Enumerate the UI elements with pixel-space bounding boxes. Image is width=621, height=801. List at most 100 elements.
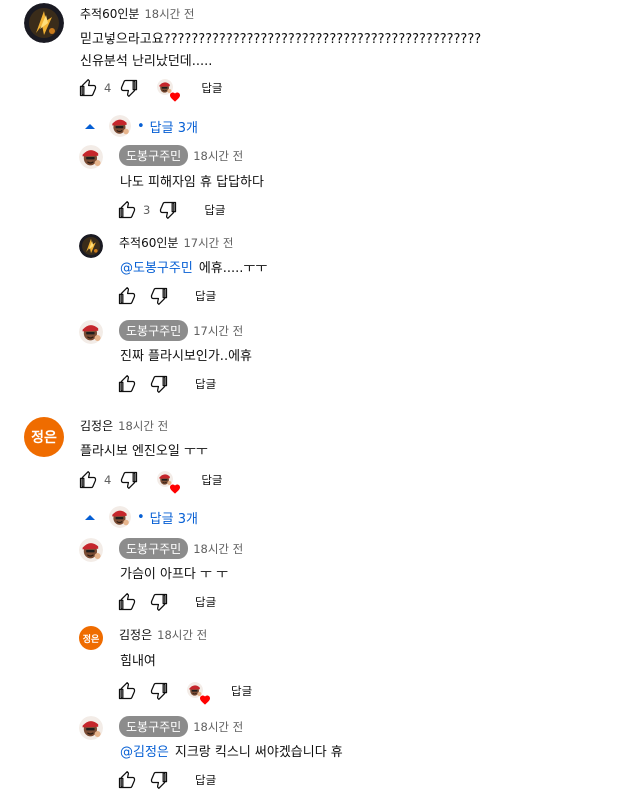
- reply-body: 지크랑 킥스니 써야겠습니다 휴: [174, 745, 343, 760]
- reply-button[interactable]: 답글: [231, 683, 252, 699]
- like-count: 4: [104, 81, 112, 95]
- thumbs-down-icon: [158, 200, 178, 220]
- comment-header: 추적60인분 18시간 전: [80, 5, 194, 22]
- reply-button[interactable]: 답글: [204, 202, 225, 218]
- comment-actions: 4 답글: [76, 76, 223, 100]
- avatar-image-icon: [109, 506, 131, 528]
- reply-time[interactable]: 17시간 전: [193, 323, 243, 339]
- mention-link[interactable]: @도봉구주민: [120, 261, 193, 276]
- creator-name-chip[interactable]: 도봉구주민: [119, 538, 189, 559]
- avatar-image-icon: [79, 716, 103, 740]
- mention-link[interactable]: @김정은: [120, 745, 169, 760]
- thumbs-up-icon: [78, 470, 98, 490]
- reply-actions: 답글: [115, 679, 252, 703]
- dislike-button[interactable]: [147, 590, 171, 614]
- reply-text: @도봉구주민 에휴.....ㅜㅜ: [120, 257, 267, 276]
- reply-header: 도봉구주민 18시간 전: [119, 538, 243, 559]
- reply-avatar[interactable]: 정은: [79, 626, 103, 650]
- comment-header: 김정은 18시간 전: [80, 417, 168, 434]
- reply-actions: 답글: [115, 372, 216, 396]
- comment-text-line: 신유분석 난리났던데.....: [80, 54, 213, 69]
- creator-name-chip[interactable]: 도봉구주민: [119, 145, 189, 166]
- comment-text-line: 믿고넣으라고요?????????????????????????????????…: [80, 32, 482, 47]
- heart-icon: [169, 483, 181, 495]
- like-button[interactable]: [115, 768, 139, 792]
- dislike-button[interactable]: [117, 76, 141, 100]
- reply-avatar[interactable]: [79, 145, 103, 169]
- thumbs-up-icon: [117, 592, 137, 612]
- reply-avatar[interactable]: [79, 716, 103, 740]
- like-button[interactable]: [115, 372, 139, 396]
- reply-time[interactable]: 18시간 전: [193, 541, 243, 557]
- reply-text: @김정은 지크랑 킥스니 써야겠습니다 휴: [120, 741, 343, 760]
- reply-text: 가슴이 아프다 ㅜ ㅜ: [120, 567, 229, 582]
- creator-name-chip[interactable]: 도봉구주민: [119, 320, 189, 341]
- avatar-image-icon: [79, 145, 103, 169]
- reply-actions: 3 답글: [115, 198, 226, 222]
- reply-body: 에휴.....ㅜㅜ: [198, 261, 268, 276]
- avatar-initials: 정은: [31, 430, 57, 446]
- commenter-avatar[interactable]: [24, 3, 64, 43]
- comment-time[interactable]: 18시간 전: [118, 418, 168, 434]
- reply-text: 진짜 플라시보인가..에휴: [120, 349, 252, 364]
- thumbs-up-icon: [117, 681, 137, 701]
- thumbs-down-icon: [149, 286, 169, 306]
- like-button[interactable]: [76, 76, 100, 100]
- author-name[interactable]: 추적60인분: [119, 234, 178, 251]
- reply-time[interactable]: 18시간 전: [157, 627, 207, 643]
- thumbs-up-icon: [117, 770, 137, 790]
- heart-icon: [169, 91, 181, 103]
- reply-button[interactable]: 답글: [195, 594, 216, 610]
- reply-header: 추적60인분 17시간 전: [119, 234, 233, 251]
- avatar-image-icon: [79, 234, 103, 258]
- dislike-button[interactable]: [147, 284, 171, 308]
- avatar-initials: 정은: [82, 634, 100, 645]
- reply-author-avatar: [109, 115, 131, 137]
- like-count: 4: [104, 473, 112, 487]
- thumbs-up-icon: [117, 200, 137, 220]
- avatar-image-icon: [79, 320, 103, 344]
- like-button[interactable]: [115, 198, 139, 222]
- comment-text-line: 플라시보 엔진오일 ㅜㅜ: [80, 444, 208, 459]
- commenter-avatar[interactable]: 정은: [24, 417, 64, 457]
- thumbs-up-icon: [117, 374, 137, 394]
- dislike-button[interactable]: [147, 679, 171, 703]
- reply-button[interactable]: 답글: [201, 472, 222, 488]
- dislike-button[interactable]: [147, 768, 171, 792]
- thumbs-down-icon: [149, 770, 169, 790]
- reply-time[interactable]: 18시간 전: [193, 148, 243, 164]
- replies-toggle[interactable]: • 답글 3개: [84, 115, 198, 137]
- creator-heart-badge: [157, 471, 179, 493]
- replies-toggle[interactable]: • 답글 3개: [84, 506, 198, 528]
- like-count: 3: [143, 203, 151, 217]
- like-button[interactable]: [115, 590, 139, 614]
- like-button[interactable]: [115, 284, 139, 308]
- replies-count-label: 답글 3개: [149, 511, 198, 527]
- reply-button[interactable]: 답글: [201, 80, 222, 96]
- thumbs-down-icon: [149, 592, 169, 612]
- comment-time[interactable]: 18시간 전: [144, 6, 194, 22]
- creator-name-chip[interactable]: 도봉구주민: [119, 716, 189, 737]
- reply-avatar[interactable]: [79, 320, 103, 344]
- reply-header: 도봉구주민 18시간 전: [119, 145, 243, 166]
- reply-avatar[interactable]: [79, 234, 103, 258]
- dislike-button[interactable]: [117, 468, 141, 492]
- avatar-image-icon: [24, 3, 64, 43]
- reply-text: 나도 피해자임 휴 답답하다: [120, 175, 264, 190]
- creator-heart-badge: [187, 682, 209, 704]
- dislike-button[interactable]: [147, 372, 171, 396]
- reply-time[interactable]: 17시간 전: [183, 235, 233, 251]
- reply-button[interactable]: 답글: [195, 772, 216, 788]
- reply-button[interactable]: 답글: [195, 288, 216, 304]
- like-button[interactable]: [76, 468, 100, 492]
- author-name[interactable]: 김정은: [80, 417, 113, 434]
- dislike-button[interactable]: [156, 198, 180, 222]
- like-button[interactable]: [115, 679, 139, 703]
- author-name[interactable]: 추적60인분: [80, 5, 139, 22]
- heart-icon: [199, 694, 211, 706]
- reply-button[interactable]: 답글: [195, 376, 216, 392]
- author-name[interactable]: 김정은: [119, 626, 152, 643]
- reply-avatar[interactable]: [79, 538, 103, 562]
- reply-time[interactable]: 18시간 전: [193, 719, 243, 735]
- comment-actions: 4 답글: [76, 468, 223, 492]
